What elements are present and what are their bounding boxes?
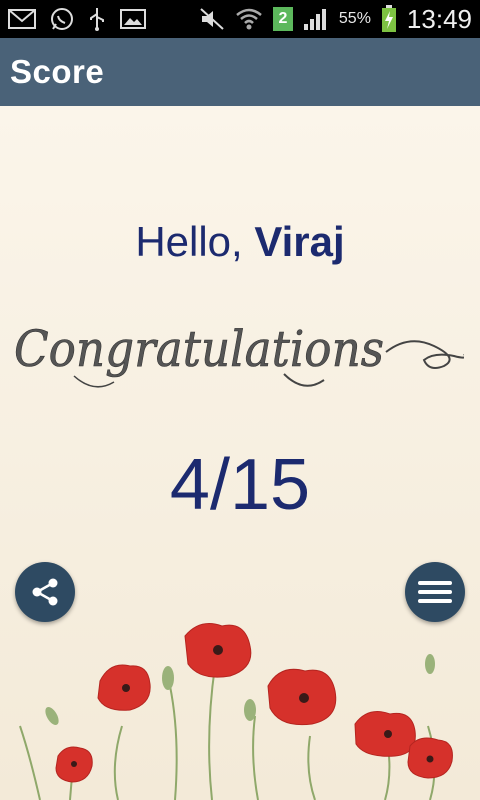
user-name: Viraj <box>254 218 345 265</box>
greeting-prefix: Hello, <box>135 218 255 265</box>
image-icon <box>120 8 146 30</box>
usb-icon <box>88 6 106 32</box>
congratulations-text: Congratulations <box>14 320 384 378</box>
score-screen: Hello, Viraj Congratulations 4/15 <box>0 106 480 800</box>
wifi-icon <box>235 7 263 31</box>
status-bar: 2 55% 13:49 <box>0 0 480 38</box>
congratulations-banner: Congratulations <box>14 320 464 388</box>
app-bar: Score <box>0 38 480 106</box>
share-icon <box>32 578 58 606</box>
page-title: Score <box>10 53 105 90</box>
mail-icon <box>8 8 36 30</box>
battery-charging-icon <box>381 5 397 33</box>
whatsapp-icon <box>50 7 74 31</box>
mute-icon <box>199 7 225 31</box>
notification-count-badge: 2 <box>272 7 293 31</box>
signal-icon <box>303 7 329 31</box>
menu-icon <box>418 581 452 603</box>
score-value: 4/15 <box>169 445 311 525</box>
poppy-flowers-illustration <box>19 623 453 800</box>
greeting: Hello, Viraj <box>0 218 480 266</box>
battery-percent: 55% <box>338 10 371 27</box>
clock: 13:49 <box>406 3 472 34</box>
